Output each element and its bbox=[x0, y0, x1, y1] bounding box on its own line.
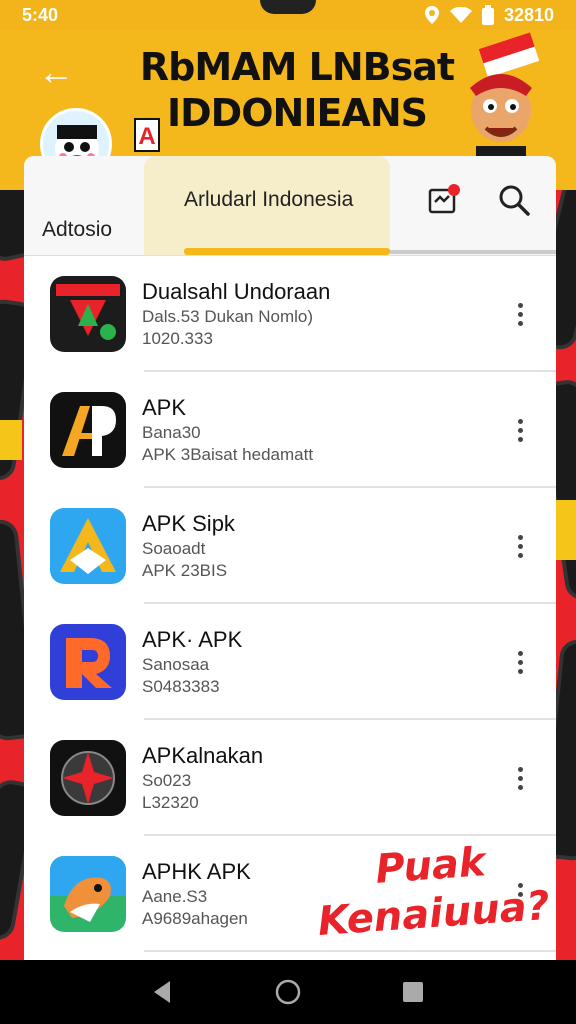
more-options-icon[interactable] bbox=[508, 642, 532, 682]
nav-back-icon[interactable] bbox=[148, 977, 178, 1007]
search-icon[interactable] bbox=[494, 180, 534, 220]
list-item[interactable]: APK· APK Sanosaa S0483383 bbox=[24, 604, 556, 720]
app-meta: APK 23BIS bbox=[142, 561, 228, 580]
bird-icon bbox=[50, 856, 126, 932]
app-meta: L32320 bbox=[142, 793, 199, 812]
compass-star-icon bbox=[50, 740, 126, 816]
wifi-icon bbox=[449, 7, 472, 23]
location-icon bbox=[424, 6, 439, 24]
list-item[interactable]: Dualsahl Undoraan Dals.53 Dukan Nomlo) 1… bbox=[24, 256, 556, 372]
status-battery-text: 32810 bbox=[503, 4, 554, 25]
system-nav-bar bbox=[0, 960, 576, 1024]
camera-notch bbox=[260, 0, 316, 14]
app-subtitle: Soaoadt bbox=[142, 539, 206, 558]
app-subtitle: Dals.53 Dukan Nomlo) bbox=[142, 307, 314, 326]
app-name: APK bbox=[142, 395, 187, 420]
app-subtitle: Sanosaa bbox=[142, 655, 210, 674]
more-options-icon[interactable] bbox=[508, 294, 532, 334]
back-arrow-icon[interactable]: ← bbox=[36, 52, 76, 92]
promo-overlay-text: Puak Kenaiuua? bbox=[313, 834, 551, 946]
tab-bar: Adtosio Arludarl Indonesia bbox=[24, 156, 556, 256]
tab-track bbox=[390, 250, 556, 254]
list-item[interactable]: APKalnakan So023 L32320 bbox=[24, 720, 556, 836]
app-subtitle: Bana30 bbox=[142, 423, 201, 442]
more-options-icon[interactable] bbox=[508, 526, 532, 566]
ap-logo-icon bbox=[50, 392, 126, 468]
banner-title: RbMAM LNBsat IDDONIEANS bbox=[132, 44, 462, 136]
app-name: Dualsahl Undoraan bbox=[142, 279, 331, 304]
nav-recents-icon[interactable] bbox=[398, 977, 428, 1007]
status-icons: 32810 bbox=[424, 5, 554, 26]
app-name: APK· APK bbox=[142, 627, 243, 652]
r-logo-icon bbox=[50, 624, 126, 700]
game-app-icon bbox=[50, 276, 126, 352]
app-meta: S0483383 bbox=[142, 677, 220, 696]
banner-badge: A bbox=[134, 118, 160, 152]
pirate-mascot-icon bbox=[470, 74, 532, 170]
tab-arludarl-indonesia[interactable]: Arludarl Indonesia bbox=[184, 188, 353, 212]
status-time: 5:40 bbox=[22, 4, 59, 25]
more-options-icon[interactable] bbox=[508, 758, 532, 798]
a-arrow-icon bbox=[50, 508, 126, 584]
app-name: APKalnakan bbox=[142, 743, 264, 768]
banner-title-line2: IDDONIEANS bbox=[166, 91, 428, 135]
list-item[interactable]: APK Sipk Soaoadt APK 23BIS bbox=[24, 488, 556, 604]
more-options-icon[interactable] bbox=[508, 410, 532, 450]
app-name: APK Sipk bbox=[142, 511, 235, 536]
app-meta: APK 3Baisat hedamatt bbox=[142, 445, 314, 464]
battery-icon bbox=[481, 5, 494, 25]
notification-icon[interactable] bbox=[424, 180, 464, 220]
nav-home-icon[interactable] bbox=[273, 977, 303, 1007]
banner-title-line1: RbMAM LNBsat bbox=[139, 45, 455, 89]
list-item[interactable]: APK Bana30 APK 3Baisat hedamatt bbox=[24, 372, 556, 488]
active-tab-indicator bbox=[184, 248, 390, 255]
app-subtitle: So023 bbox=[142, 771, 192, 790]
status-bar: 5:40 32810 bbox=[0, 0, 576, 30]
app-meta: 1020.333 bbox=[142, 329, 213, 348]
tab-adtosio[interactable]: Adtosio bbox=[42, 218, 112, 242]
